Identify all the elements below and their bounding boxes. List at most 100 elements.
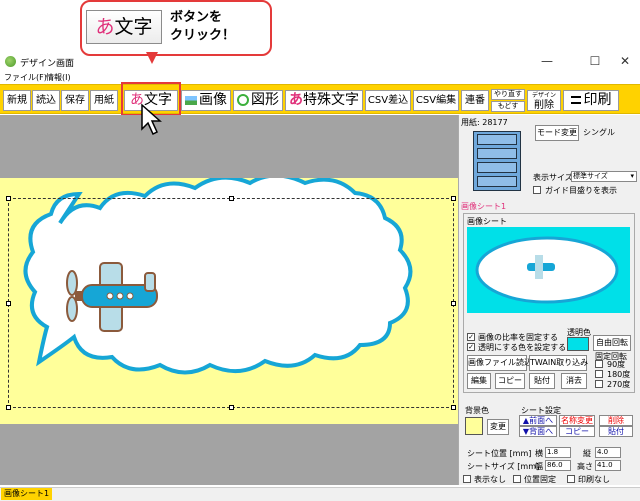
shape-button[interactable]: 図形: [233, 90, 283, 111]
height-label: 高さ: [577, 462, 593, 471]
design-delete-button[interactable]: デザイン 削除: [527, 90, 561, 111]
width-label: 幅: [535, 462, 543, 471]
image-sheet-group-label: 画像シート: [467, 217, 507, 226]
rename-button[interactable]: 名称変更: [559, 415, 595, 426]
vertical-input[interactable]: 4.0: [595, 447, 621, 458]
image-preview: [467, 227, 630, 313]
shape-button-label: 図形: [251, 92, 279, 108]
load-image-button[interactable]: 画像ファイル読込: [467, 355, 532, 371]
redo-button[interactable]: やり直す: [491, 89, 525, 100]
sheet-copy-button[interactable]: コピー: [559, 426, 595, 437]
sheet-size-label: シートサイズ [mm]: [467, 462, 540, 471]
height-input[interactable]: 41.0: [595, 460, 621, 471]
set-transparent-label: 透明にする色を設定する: [478, 343, 567, 352]
menu-info[interactable]: 情報(I): [46, 72, 71, 83]
vertical-label: 縦: [583, 449, 591, 458]
window-titlebar: デザイン画面 — ☐ ✕: [0, 52, 640, 72]
bg-color-label: 背景色: [465, 406, 489, 415]
mode-change-button[interactable]: モード変更: [535, 125, 579, 141]
properties-panel: 用紙: 28177 モード変更 シングル 表示サイズ 標準サイズ ▾ ガイド目盛り…: [458, 115, 640, 485]
instruction-line-1: ボタンを: [170, 10, 223, 25]
horizontal-label: 横: [535, 449, 543, 458]
paper-preview: [473, 131, 521, 191]
pos-fixed-checkbox[interactable]: [513, 475, 521, 483]
serial-number-button[interactable]: 連番: [461, 90, 489, 111]
resize-handle[interactable]: [6, 301, 11, 306]
selection-box[interactable]: [6, 196, 456, 410]
set-transparent-checkbox[interactable]: ✓: [467, 343, 475, 351]
print-button[interactable]: 印刷: [563, 90, 619, 111]
guide-scale-checkbox[interactable]: [533, 186, 541, 194]
save-button[interactable]: 保存: [61, 90, 89, 111]
image-icon: [185, 95, 197, 105]
display-size-value: 標準サイズ: [573, 172, 608, 180]
free-rotate-button[interactable]: 自由回転: [593, 335, 631, 351]
keep-ratio-checkbox[interactable]: ✓: [467, 333, 475, 341]
delete-label: 削除: [534, 100, 554, 111]
rotate-270-label: 270度: [607, 380, 631, 389]
display-size-select[interactable]: 標準サイズ ▾: [571, 171, 637, 182]
rotate-270-checkbox[interactable]: [595, 380, 603, 388]
maximize-button[interactable]: ☐: [581, 52, 609, 70]
sheet-tab[interactable]: 画像シート1: [1, 488, 53, 500]
twain-button[interactable]: TWAIN取り込み: [529, 355, 588, 371]
mode-value: シングル: [583, 128, 615, 137]
sheet-paste-button[interactable]: 貼付: [599, 426, 633, 437]
rotate-180-checkbox[interactable]: [595, 370, 603, 378]
new-button[interactable]: 新規: [3, 90, 31, 111]
hidden-checkbox[interactable]: [463, 475, 471, 483]
kana-icon: あ: [95, 16, 115, 38]
sheet-header: 画像シート1: [461, 202, 507, 211]
app-icon: [5, 56, 16, 67]
instruction-line-2: クリック！: [170, 28, 236, 43]
resize-handle[interactable]: [229, 405, 234, 410]
sheet-position-label: シート位置 [mm]: [467, 449, 532, 458]
callout-text-button-example: あ文字: [86, 10, 162, 44]
image-button[interactable]: 画像: [181, 90, 231, 111]
sheet-delete-button[interactable]: 削除: [599, 415, 633, 426]
csv-insert-button[interactable]: CSV差込: [365, 90, 411, 111]
bg-color-swatch[interactable]: [465, 417, 483, 435]
copy-button[interactable]: コピー: [495, 373, 525, 389]
transparent-color-swatch[interactable]: [567, 337, 589, 351]
width-input[interactable]: 86.0: [545, 460, 571, 471]
paste-button[interactable]: 貼付: [529, 373, 555, 389]
pos-fixed-label: 位置固定: [524, 475, 556, 484]
close-button[interactable]: ✕: [611, 52, 639, 70]
horizontal-input[interactable]: 1.8: [545, 447, 571, 458]
no-print-checkbox[interactable]: [567, 475, 575, 483]
resize-handle[interactable]: [6, 196, 11, 201]
open-button[interactable]: 読込: [32, 90, 60, 111]
erase-button[interactable]: 消去: [561, 373, 587, 389]
bg-color-change-button[interactable]: 変更: [487, 419, 509, 435]
kana-icon: あ: [289, 92, 303, 108]
callout-instruction: ボタンを クリック！: [170, 9, 270, 45]
design-label: デザイン: [531, 92, 556, 99]
no-print-label: 印刷なし: [578, 475, 610, 484]
resize-handle[interactable]: [451, 301, 456, 306]
special-button-label: 特殊文字: [303, 92, 359, 108]
bring-front-button[interactable]: ▲前面へ: [519, 415, 557, 426]
mouse-cursor-icon: [141, 103, 162, 136]
printer-icon: [570, 96, 581, 104]
resize-handle[interactable]: [451, 196, 456, 201]
resize-handle[interactable]: [6, 405, 11, 410]
menu-file[interactable]: ファイル(F): [4, 72, 47, 83]
paper-label: 用紙: 28177: [461, 118, 508, 127]
print-button-label: 印刷: [583, 92, 612, 108]
display-size-label: 表示サイズ: [533, 173, 573, 182]
hidden-label: 表示なし: [474, 475, 506, 484]
edit-button[interactable]: 編集: [467, 373, 491, 389]
resize-handle[interactable]: [451, 405, 456, 410]
special-char-button[interactable]: あ特殊文字: [285, 90, 363, 111]
send-back-button[interactable]: ▼背面へ: [519, 426, 557, 437]
csv-edit-button[interactable]: CSV編集: [413, 90, 459, 111]
callout-button-label: 文字: [114, 16, 153, 38]
resize-handle[interactable]: [229, 196, 234, 201]
minimize-button[interactable]: —: [533, 52, 561, 70]
undo-button[interactable]: もどす: [491, 101, 525, 112]
paper-button[interactable]: 用紙: [90, 90, 118, 111]
circle-icon: [237, 94, 249, 106]
guide-scale-label: ガイド目盛りを表示: [545, 186, 617, 195]
rotate-90-checkbox[interactable]: [595, 360, 603, 368]
